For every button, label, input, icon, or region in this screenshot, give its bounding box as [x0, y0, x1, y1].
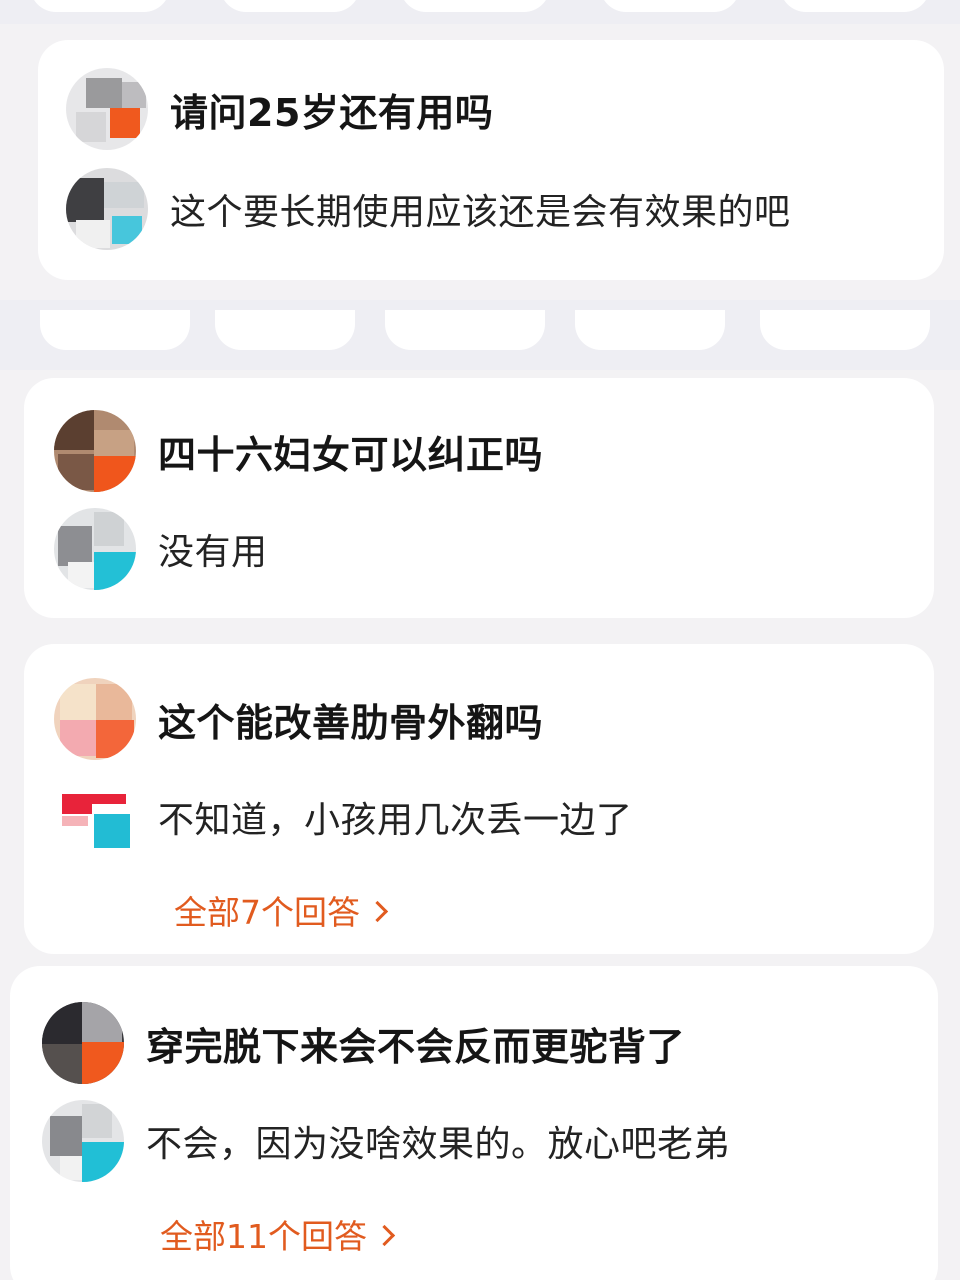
cropped-tab: [220, 0, 360, 12]
question-row: 这个能改善肋骨外翻吗: [54, 678, 543, 760]
answerer-avatar: [66, 168, 148, 250]
cropped-tab: [40, 310, 190, 350]
question-text: 这个能改善肋骨外翻吗: [158, 700, 544, 745]
asker-avatar: [54, 678, 136, 760]
asker-avatar: [42, 1002, 124, 1084]
chevron-right-icon: [373, 1224, 396, 1246]
qa-card[interactable]: 请问25岁还有用吗 这个要长期使用应该还是会有效果的吧: [38, 40, 944, 280]
asker-avatar: [54, 410, 136, 492]
chevron-right-icon: [366, 900, 389, 922]
answer-row: 不会，因为没啥效果的。放心吧老弟: [42, 1100, 730, 1182]
question-text: 穿完脱下来会不会反而更驼背了: [146, 1024, 686, 1069]
cropped-tab: [600, 0, 740, 12]
answerer-avatar: [42, 1100, 124, 1182]
answer-row: 不知道，小孩用几次丢一边了: [54, 776, 633, 858]
all-answers-link[interactable]: 全部7个回答: [174, 886, 389, 934]
question-row: 四十六妇女可以纠正吗: [54, 410, 543, 492]
qa-card[interactable]: 四十六妇女可以纠正吗 没有用: [24, 378, 934, 618]
question-row: 穿完脱下来会不会反而更驼背了: [42, 1002, 685, 1084]
answerer-avatar: [54, 776, 136, 858]
cropped-tab: [780, 0, 930, 12]
all-answers-label: 全部11个回答: [160, 1217, 367, 1256]
asker-avatar: [66, 68, 148, 150]
all-answers-link[interactable]: 全部11个回答: [160, 1210, 396, 1258]
question-row: 请问25岁还有用吗: [66, 68, 493, 150]
answer-text: 不知道，小孩用几次丢一边了: [158, 800, 633, 841]
answerer-avatar: [54, 508, 136, 590]
qa-card[interactable]: 这个能改善肋骨外翻吗 不知道，小孩用几次丢一边了 全部7个回答: [24, 644, 934, 954]
cropped-tab: [385, 310, 545, 350]
answer-text: 没有用: [158, 532, 268, 573]
qa-card[interactable]: 穿完脱下来会不会反而更驼背了 不会，因为没啥效果的。放心吧老弟 全部11个回答: [10, 966, 938, 1280]
top-cropped-strip: [0, 0, 960, 24]
cropped-tab: [215, 310, 355, 350]
screenshot-collage: 请问25岁还有用吗 这个要长期使用应该还是会有效果的吧 四十六妇女可以纠正吗 没…: [0, 0, 960, 1280]
middle-cropped-strip: [0, 300, 960, 370]
cropped-tab: [760, 310, 930, 350]
all-answers-label: 全部7个回答: [174, 893, 360, 932]
answer-text: 不会，因为没啥效果的。放心吧老弟: [146, 1124, 731, 1165]
answer-row: 没有用: [54, 508, 268, 590]
question-text: 四十六妇女可以纠正吗: [158, 432, 544, 477]
cropped-tab: [400, 0, 550, 12]
answer-text: 这个要长期使用应该还是会有效果的吧: [170, 192, 791, 233]
cropped-tab: [30, 0, 170, 12]
question-text: 请问25岁还有用吗: [170, 90, 494, 135]
cropped-tab: [575, 310, 725, 350]
answer-row: 这个要长期使用应该还是会有效果的吧: [66, 168, 791, 250]
